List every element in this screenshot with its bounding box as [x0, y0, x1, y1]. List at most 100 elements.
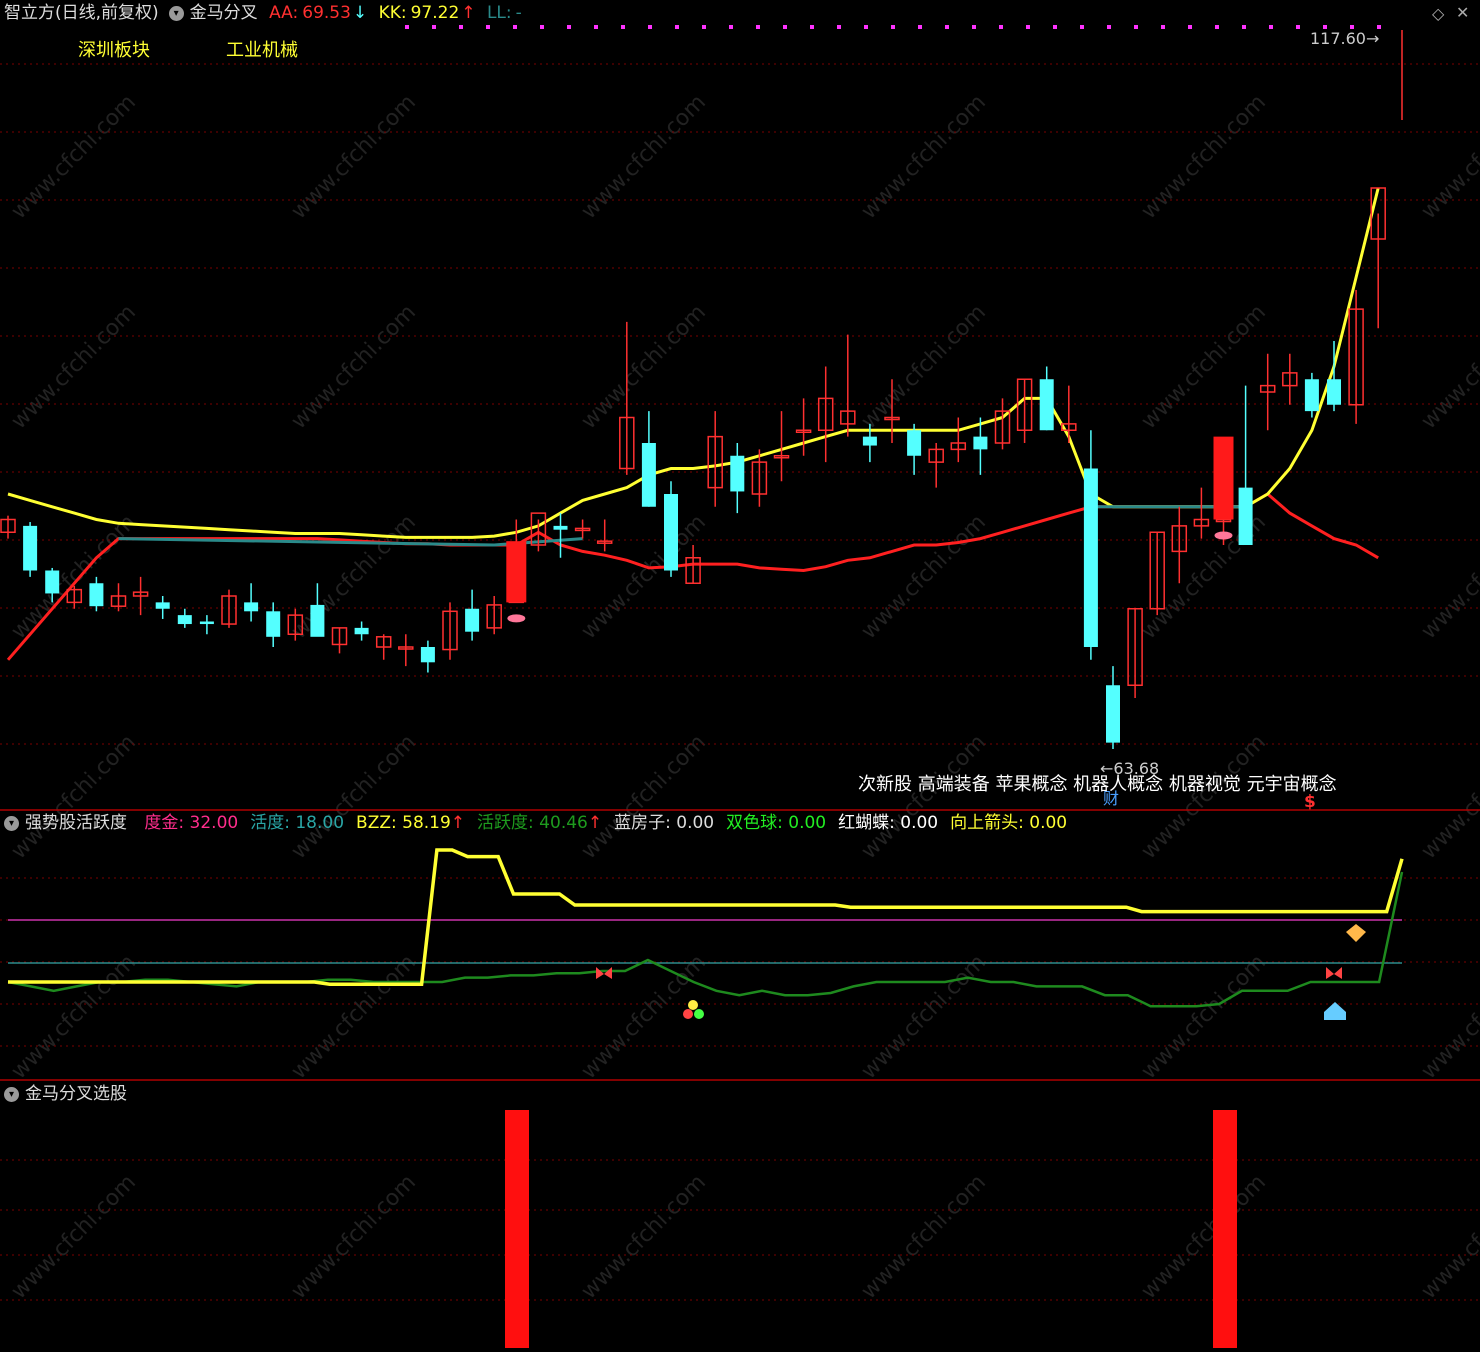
candle-body — [1327, 379, 1341, 405]
watermark-text: www.cfchi.com — [857, 300, 991, 434]
watermark-text: www.cfchi.com — [857, 730, 991, 864]
panel2-readout: 向上箭头: 0.00 — [950, 813, 1067, 833]
candle-body — [862, 436, 877, 446]
readout-label: 蓝房子: — [614, 813, 671, 833]
candle-body — [155, 602, 170, 609]
top-dot-marker — [1188, 25, 1192, 29]
watermark-text: www.cfchi.com — [7, 950, 141, 1084]
watermark-text: www.cfchi.com — [287, 510, 421, 644]
top-dot-marker — [1107, 25, 1111, 29]
hat-icon — [1214, 531, 1233, 540]
panel2-readouts: 度金: 32.00 活度: 18.00 BZZ: 58.19↑ 活跃度: 40.46↑… — [138, 813, 1073, 833]
watermark-text: www.cfchi.com — [1417, 510, 1480, 644]
diamond-icon[interactable]: ◇ — [1432, 4, 1444, 23]
panel3-header: ▾ 金马分叉选股 — [4, 1081, 133, 1107]
top-dot-marker — [1053, 25, 1057, 29]
top-dot-marker — [621, 25, 625, 29]
top-dot-marker — [1215, 25, 1219, 29]
panel2-readout: 红蝴蝶: 0.00 — [838, 813, 938, 833]
readout-label: 双色球: — [726, 813, 783, 833]
watermark-text: www.cfchi.com — [1417, 90, 1480, 224]
concept-list: 次新股 高端装备 苹果概念 机器人概念 机器视觉 元宇宙概念 — [858, 774, 1337, 795]
candle-body — [907, 430, 922, 456]
watermark-text: www.cfchi.com — [7, 730, 141, 864]
candle-body — [310, 604, 325, 637]
top-dot-marker — [1161, 25, 1165, 29]
readout-label: 活跃度: — [477, 813, 534, 833]
candle-body — [973, 436, 988, 450]
readout-label: 红蝴蝶: — [838, 813, 895, 833]
watermark-text: www.cfchi.com — [7, 300, 141, 434]
top-dot-marker — [1134, 25, 1138, 29]
readout-value: 18.00 — [289, 813, 345, 833]
top-dot-marker — [1269, 25, 1273, 29]
readout-label: 活度: — [250, 813, 290, 833]
candle-body — [730, 455, 745, 492]
candle-body — [266, 611, 281, 637]
watermark-text: www.cfchi.com — [1417, 730, 1480, 864]
watermark-text: www.cfchi.com — [577, 90, 711, 224]
watermark-text: www.cfchi.com — [1137, 1170, 1271, 1304]
watermark-text: www.cfchi.com — [857, 510, 991, 644]
watermark-text: www.cfchi.com — [1417, 300, 1480, 434]
diamond-gem-icon — [1346, 924, 1366, 942]
readout-label: 度金: — [144, 813, 185, 833]
candle-body — [1304, 379, 1319, 412]
readout-value: 58.19 — [396, 813, 451, 833]
candle-body — [465, 608, 480, 632]
top-dot-marker — [594, 25, 598, 29]
top-dot-marker — [675, 25, 679, 29]
candle-body — [1039, 379, 1054, 431]
readout-value: 40.46 — [533, 813, 588, 833]
panel2-header: ▾ 强势股活跃度 度金: 32.00 活度: 18.00 BZZ: 58.19↑ 活跃度… — [4, 810, 1079, 836]
signal-candle — [506, 541, 527, 603]
top-dot-marker — [540, 25, 544, 29]
readout-value: 0.00 — [894, 813, 939, 833]
candle-body — [177, 615, 192, 625]
readout-value: 0.00 — [782, 813, 827, 833]
panel2-readout: 双色球: 0.00 — [726, 813, 826, 833]
candle-body — [1083, 468, 1098, 647]
top-dot-marker — [405, 25, 409, 29]
top-dot-marker — [810, 25, 814, 29]
double-ball-icon — [688, 1000, 698, 1010]
dropdown-icon[interactable]: ▾ — [4, 1086, 19, 1102]
dropdown-icon[interactable]: ▾ — [4, 815, 19, 831]
candle-body — [553, 525, 568, 530]
top-dot-marker — [999, 25, 1003, 29]
candle-body — [1106, 685, 1120, 743]
watermark-text: www.cfchi.com — [287, 90, 421, 224]
top-dot-marker — [648, 25, 652, 29]
candle-body — [45, 570, 60, 594]
watermark-text: www.cfchi.com — [857, 90, 991, 224]
readout-value: 0.00 — [670, 813, 715, 833]
close-icon[interactable]: ✕ — [1456, 3, 1469, 22]
watermark-text: www.cfchi.com — [577, 1170, 711, 1304]
top-dot-marker — [1296, 25, 1300, 29]
top-dot-marker — [837, 25, 841, 29]
candle-body — [89, 583, 104, 607]
candle-body — [23, 525, 38, 571]
watermark-text: www.cfchi.com — [1417, 950, 1480, 1084]
top-dot-marker — [729, 25, 733, 29]
top-dot-marker — [1080, 25, 1084, 29]
top-dot-marker — [486, 25, 490, 29]
red-butterfly-icon — [1326, 967, 1342, 979]
candle-body — [1238, 487, 1253, 545]
panel2-readout: 活跃度: 40.46↑ — [477, 813, 602, 833]
blue-house-icon — [1324, 1002, 1346, 1020]
watermark-text: www.cfchi.com — [287, 730, 421, 864]
candle-body — [420, 647, 435, 663]
panel2-readout: 度金: 32.00 — [144, 813, 238, 833]
top-dot-marker — [783, 25, 787, 29]
watermark-text: www.cfchi.com — [577, 300, 711, 434]
panel3-title: 金马分叉选股 — [25, 1084, 127, 1104]
yellow-line — [7, 187, 1380, 539]
watermark-text: www.cfchi.com — [1137, 90, 1271, 224]
readout-label: BZZ: — [356, 813, 397, 833]
panel2-readout: BZZ: 58.19↑ — [356, 813, 465, 833]
candle-body — [244, 602, 259, 612]
red-butterfly-icon — [596, 967, 612, 979]
up-arrow-icon: ↑ — [450, 813, 466, 833]
candle-body — [664, 494, 678, 571]
